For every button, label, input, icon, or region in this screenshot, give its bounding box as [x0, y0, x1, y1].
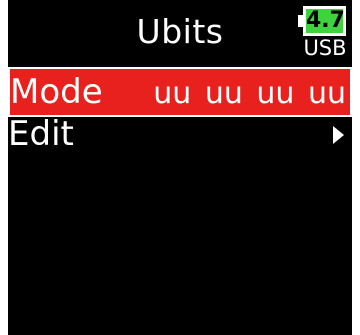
device-screen: Ubits 4.7 USB Mode uu uu uu uu Edit: [8, 0, 352, 335]
menu-item-label: Edit: [8, 114, 74, 154]
chevron-right-icon: [333, 126, 344, 144]
power-source-label: USB: [303, 36, 347, 60]
screen-header: Ubits 4.7 USB: [8, 0, 352, 64]
menu-item-mode[interactable]: Mode uu uu uu uu: [8, 67, 352, 117]
menu-item-label: Mode: [10, 72, 103, 112]
battery-icon: 4.7: [303, 6, 346, 36]
menu-item-edit[interactable]: Edit: [8, 111, 352, 161]
battery-level: 4.7: [306, 8, 345, 33]
menu-item-value: uu uu uu uu: [153, 76, 346, 111]
power-indicator: 4.7 USB: [298, 6, 348, 60]
